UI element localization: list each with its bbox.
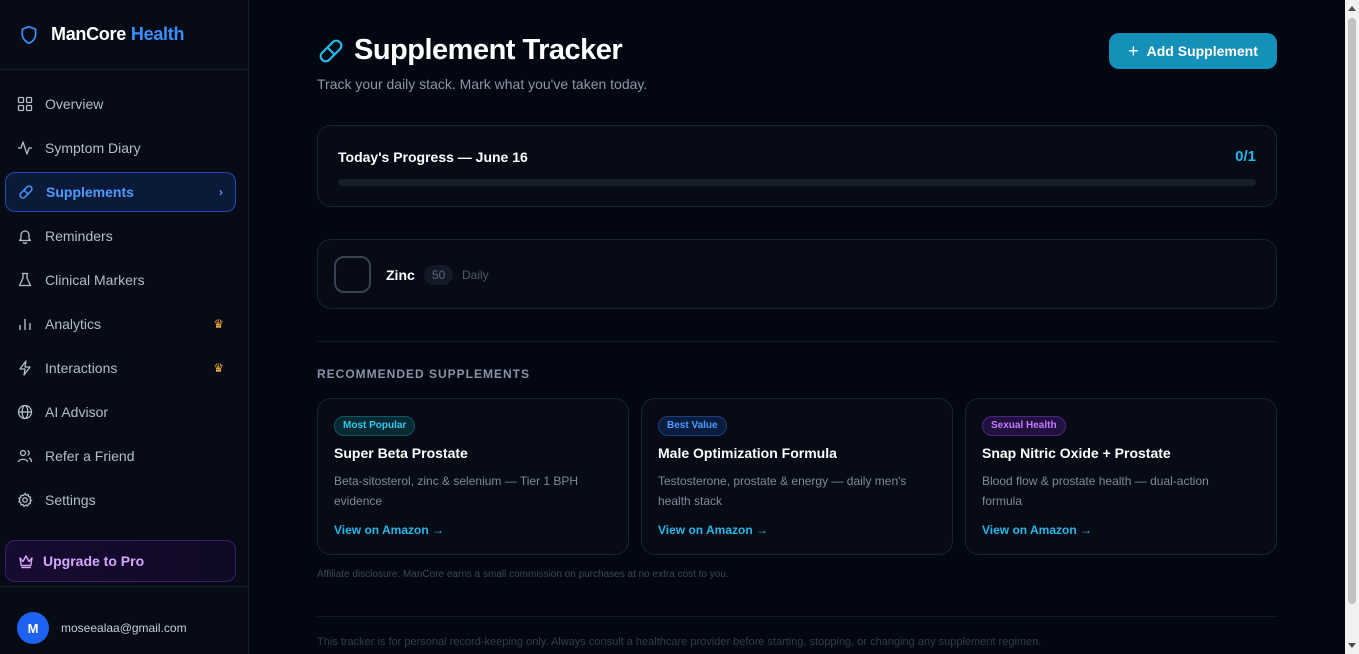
recommended-card: Most Popular Super Beta Prostate Beta-si… <box>317 398 629 555</box>
user-email: moseealaa@gmail.com <box>61 621 187 635</box>
sidebar-item-label: Reminders <box>45 228 113 244</box>
pill-icon <box>319 39 343 62</box>
progress-count: 0/1 <box>1235 148 1256 165</box>
sidebar-item-label: Analytics <box>45 316 102 332</box>
sidebar: ManCore Health Overview Symptom Diary Su… <box>0 0 249 654</box>
grid-icon <box>17 96 33 112</box>
crown-icon <box>19 555 33 569</box>
brand[interactable]: ManCore Health <box>0 0 248 70</box>
scroll-down-arrow-icon[interactable] <box>1348 643 1356 648</box>
pill-icon <box>19 185 33 199</box>
scrollbar-thumb[interactable] <box>1348 18 1356 604</box>
affiliate-disclosure: Affiliate disclosure: ManCore earns a sm… <box>317 569 729 580</box>
view-on-amazon-link[interactable]: View on Amazon → <box>334 523 444 537</box>
progress-label: Today's Progress — June 16 <box>338 149 528 165</box>
recommended-description: Testosterone, prostate & energy — daily … <box>658 474 907 508</box>
supplement-row: Zinc 50 Daily <box>317 239 1277 309</box>
upgrade-to-pro-button[interactable]: Upgrade to Pro <box>5 540 236 582</box>
sidebar-item-reminders[interactable]: Reminders <box>5 216 236 256</box>
sidebar-item-label: Interactions <box>45 360 118 376</box>
view-on-amazon-link[interactable]: View on Amazon → <box>658 523 768 537</box>
sidebar-item-label: Refer a Friend <box>45 448 135 464</box>
progress-bar <box>338 179 1256 186</box>
add-supplement-label: Add Supplement <box>1146 43 1258 59</box>
scrollbar[interactable] <box>1345 0 1359 654</box>
bar-chart-icon <box>19 319 31 330</box>
recommended-description: Beta-sitosterol, zinc & selenium — Tier … <box>334 474 579 508</box>
upgrade-label: Upgrade to Pro <box>43 553 145 569</box>
sidebar-item-label: Symptom Diary <box>45 140 141 156</box>
shield-icon <box>21 25 37 44</box>
brand-name: ManCore <box>51 24 126 44</box>
recommended-card: Best Value Male Optimization Formula Tes… <box>641 398 953 555</box>
activity-icon <box>18 141 32 155</box>
chevron-right-icon: › <box>219 185 223 199</box>
globe-icon <box>17 404 33 420</box>
sidebar-item-interactions[interactable]: Interactions ♛ <box>5 348 236 388</box>
divider <box>317 616 1277 617</box>
sidebar-item-label: Supplements <box>46 184 134 200</box>
frequency-label: Daily <box>462 268 489 282</box>
recommended-title: Male Optimization Formula <box>658 445 837 461</box>
sidebar-item-overview[interactable]: Overview <box>5 84 236 124</box>
badge-sexual-health: Sexual Health <box>982 416 1066 436</box>
user-profile[interactable]: M moseealaa@gmail.com <box>17 612 187 644</box>
recommended-heading: RECOMMENDED SUPPLEMENTS <box>317 367 531 381</box>
footer-note: This tracker is for personal record-keep… <box>317 636 1042 648</box>
bell-icon <box>18 230 32 244</box>
brand-accent: Health <box>130 24 185 44</box>
divider <box>0 586 249 587</box>
sidebar-item-settings[interactable]: Settings <box>5 480 236 520</box>
sidebar-item-label: AI Advisor <box>45 404 109 420</box>
lightning-icon <box>19 360 31 376</box>
dose-badge: 50 <box>424 265 454 285</box>
plus-icon: + <box>1128 40 1139 61</box>
page-title: Supplement Tracker <box>354 34 623 66</box>
recommended-title: Snap Nitric Oxide + Prostate <box>982 445 1171 461</box>
recommended-card: Sexual Health Snap Nitric Oxide + Prosta… <box>965 398 1277 555</box>
crown-icon: ♛ <box>213 317 224 331</box>
view-on-amazon-link[interactable]: View on Amazon → <box>982 523 1092 537</box>
badge-best-value: Best Value <box>658 416 727 436</box>
sidebar-item-label: Clinical Markers <box>45 272 145 288</box>
sidebar-item-analytics[interactable]: Analytics ♛ <box>5 304 236 344</box>
avatar: M <box>17 612 49 644</box>
badge-most-popular: Most Popular <box>334 416 416 436</box>
sidebar-item-clinical-markers[interactable]: Clinical Markers <box>5 260 236 300</box>
recommended-description: Blood flow & prostate health — dual-acti… <box>982 474 1209 508</box>
gear-icon <box>17 492 33 508</box>
crown-icon: ♛ <box>213 361 224 375</box>
sidebar-item-refer-a-friend[interactable]: Refer a Friend <box>5 436 236 476</box>
sidebar-item-symptom-diary[interactable]: Symptom Diary <box>5 128 236 168</box>
sidebar-item-ai-advisor[interactable]: AI Advisor <box>5 392 236 432</box>
page-subtitle: Track your daily stack. Mark what you've… <box>317 76 648 92</box>
scroll-up-arrow-icon[interactable] <box>1348 6 1356 11</box>
sidebar-item-label: Settings <box>45 492 96 508</box>
flask-icon <box>18 272 32 287</box>
sidebar-item-label: Overview <box>45 96 104 112</box>
sidebar-nav: Overview Symptom Diary Supplements › Rem… <box>5 84 236 524</box>
recommended-title: Super Beta Prostate <box>334 445 468 461</box>
page-header: Supplement Tracker <box>317 34 623 67</box>
add-supplement-button[interactable]: + Add Supplement <box>1109 33 1277 69</box>
progress-card: Today's Progress — June 16 0/1 <box>317 125 1277 207</box>
users-icon <box>17 449 33 463</box>
sidebar-item-supplements[interactable]: Supplements › <box>5 172 236 212</box>
supplement-name: Zinc <box>386 267 415 283</box>
divider <box>317 341 1277 342</box>
taken-checkbox[interactable] <box>334 256 371 293</box>
